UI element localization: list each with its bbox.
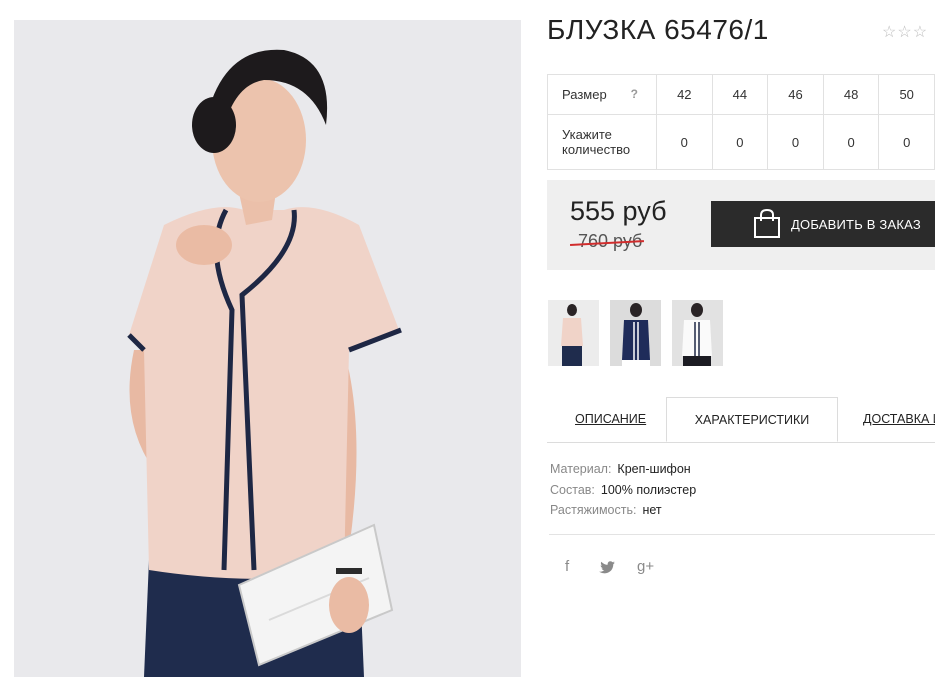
size-quantity-table: Размер ? 42 44 46 48 50 Укажите количест… xyxy=(547,74,935,170)
characteristic-row: Растяжимость: нет xyxy=(550,500,696,521)
thumbnail-navy-blouse[interactable] xyxy=(610,300,661,366)
quantity-input-50[interactable]: 0 xyxy=(878,114,935,170)
tab-delivery[interactable]: ДОСТАВКА И xyxy=(863,397,935,442)
size-46: 46 xyxy=(767,74,824,115)
current-price: 555 руб xyxy=(570,196,667,226)
characteristic-value: нет xyxy=(642,503,662,517)
size-44: 44 xyxy=(711,74,769,115)
twitter-icon[interactable] xyxy=(599,561,615,574)
size-row: Размер ? 42 44 46 48 50 xyxy=(547,74,935,115)
characteristic-row: Состав: 100% полиэстер xyxy=(550,480,696,501)
google-plus-icon[interactable]: g+ xyxy=(637,558,654,575)
quantity-row: Укажите количество 0 0 0 0 0 xyxy=(547,114,935,170)
divider xyxy=(549,534,935,535)
characteristic-row: Материал: Креп-шифон xyxy=(550,459,696,480)
tab-description[interactable]: ОПИСАНИЕ xyxy=(575,397,646,442)
size-50: 50 xyxy=(878,74,935,115)
facebook-icon[interactable]: f xyxy=(565,558,569,575)
size-42: 42 xyxy=(656,74,713,115)
size-label-cell: Размер ? xyxy=(547,74,657,115)
add-to-order-button[interactable]: ДОБАВИТЬ В ЗАКАЗ xyxy=(711,201,935,247)
size-help-icon[interactable]: ? xyxy=(631,87,638,101)
characteristic-key: Состав: xyxy=(550,482,595,497)
thumbnail-peach-blouse[interactable] xyxy=(548,300,599,366)
add-to-order-label: ДОБАВИТЬ В ЗАКАЗ xyxy=(791,216,921,232)
quantity-input-48[interactable]: 0 xyxy=(822,114,880,170)
quantity-input-42[interactable]: 0 xyxy=(656,114,713,170)
product-tabs: ОПИСАНИЕ ХАРАКТЕРИСТИКИ ДОСТАВКА И xyxy=(547,397,935,443)
characteristic-value: Креп-шифон xyxy=(617,462,691,476)
characteristic-value: 100% полиэстер xyxy=(600,482,697,497)
main-product-image[interactable] xyxy=(14,20,521,677)
quantity-input-44[interactable]: 0 xyxy=(711,114,769,170)
quantity-input-46[interactable]: 0 xyxy=(767,114,824,170)
product-title: БЛУЗКА 65476/1 xyxy=(547,14,769,45)
thumbnail-white-blouse[interactable] xyxy=(672,300,723,366)
size-48: 48 xyxy=(822,74,880,115)
characteristic-key: Растяжимость: xyxy=(550,503,637,517)
characteristics-list: Материал: Креп-шифон Состав: 100% полиэсте… xyxy=(550,459,696,521)
shopping-bag-icon xyxy=(753,208,781,239)
quantity-label: Укажите количество xyxy=(547,114,657,170)
size-label: Размер xyxy=(562,87,607,102)
old-price: 760 руб xyxy=(578,231,643,251)
price-box: 555 руб 760 руб ДОБАВИТЬ В ЗАКАЗ xyxy=(547,180,935,270)
characteristic-key: Материал: xyxy=(550,462,612,476)
tab-characteristics[interactable]: ХАРАКТЕРИСТИКИ xyxy=(666,397,838,442)
rating-stars[interactable]: ☆☆☆ xyxy=(882,22,928,42)
